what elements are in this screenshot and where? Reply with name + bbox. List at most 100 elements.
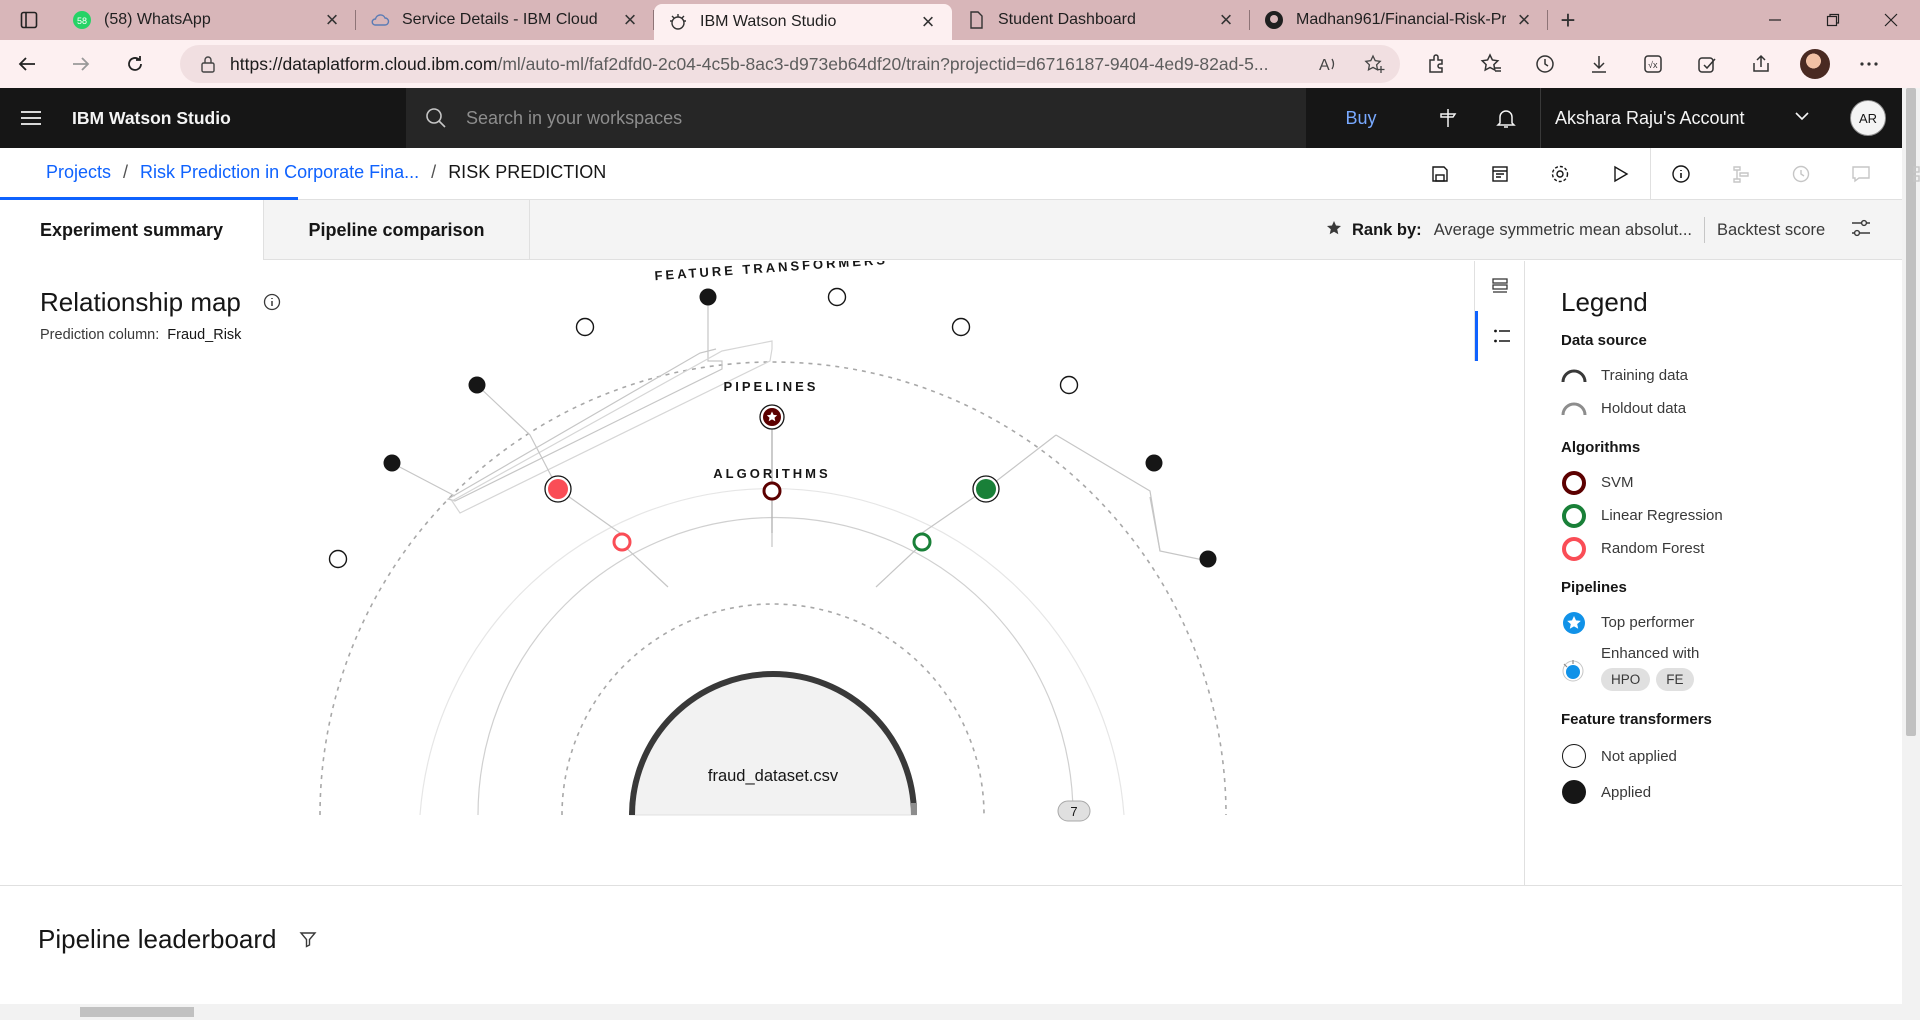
workspace-search[interactable]: Search in your workspaces [406, 88, 1306, 148]
history-icon[interactable] [1518, 40, 1572, 88]
browser-tab-watson-studio[interactable]: IBM Watson Studio × [654, 4, 952, 40]
collections-icon[interactable] [1680, 40, 1734, 88]
sliders-icon[interactable] [1851, 219, 1871, 242]
transformer-applied-node[interactable] [1145, 454, 1163, 472]
settings-icon[interactable] [1530, 148, 1590, 200]
legend-toggle-icon[interactable] [1475, 311, 1525, 361]
browser-tab-student-dashboard[interactable]: Student Dashboard × [952, 0, 1250, 40]
breadcrumb: Projects / Risk Prediction in Corporate … [46, 162, 607, 183]
forward-icon[interactable] [54, 40, 108, 88]
browser-tab-ibm-cloud[interactable]: Service Details - IBM Cloud × [356, 0, 654, 40]
more-icon[interactable] [1842, 40, 1896, 88]
support-icon[interactable] [1418, 88, 1478, 148]
relationship-map-panel: Relationship map Prediction column: Fraud… [0, 261, 1902, 886]
menu-icon[interactable] [0, 88, 62, 148]
legend-pipelines-heading: Pipelines [1561, 579, 1627, 596]
transformer-not-applied-node[interactable] [575, 317, 595, 337]
read-aloud-icon[interactable]: A [1318, 54, 1338, 79]
close-icon[interactable]: × [620, 9, 640, 31]
ring-label-feature-transformers: FEATURE TRANSFORMERS [654, 261, 888, 283]
tab-pipeline-comparison[interactable]: Pipeline comparison [264, 200, 530, 260]
transformer-not-applied-node[interactable] [827, 287, 847, 307]
transformer-applied-node[interactable] [699, 288, 717, 306]
close-icon[interactable]: × [1514, 9, 1534, 31]
legend-title: Legend [1561, 287, 1648, 317]
backtest-score-select[interactable]: Backtest score [1717, 221, 1825, 240]
profile-avatar[interactable] [1788, 40, 1842, 88]
close-icon[interactable]: × [918, 11, 938, 33]
legend-training-data: Training data [1561, 359, 1902, 392]
lock-icon[interactable] [186, 55, 230, 73]
transformer-applied-node[interactable] [383, 454, 401, 472]
user-avatar[interactable]: AR [1850, 100, 1886, 136]
math-solver-icon[interactable]: √x [1626, 40, 1680, 88]
run-icon[interactable] [1590, 148, 1650, 200]
count-badge[interactable]: 7 [1057, 800, 1091, 822]
favorites-icon[interactable] [1464, 40, 1518, 88]
minimize-icon[interactable] [1746, 0, 1804, 40]
page-scrollbar[interactable] [1902, 88, 1920, 1020]
breadcrumb-project[interactable]: Risk Prediction in Corporate Fina... [140, 162, 419, 183]
filter-icon[interactable] [299, 924, 317, 955]
apps-icon [1891, 148, 1920, 200]
algorithm-random-forest-node[interactable] [612, 532, 632, 552]
content-tabs: Experiment summary Pipeline comparison R… [0, 200, 1902, 260]
share-icon[interactable] [1734, 40, 1788, 88]
hpo-tag: HPO [1601, 668, 1651, 691]
connector-lines [391, 297, 1209, 588]
horizontal-scrollbar[interactable] [0, 1004, 1902, 1020]
fe-tag: FE [1656, 668, 1694, 691]
restore-icon[interactable] [1804, 0, 1862, 40]
browser-tab-whatsapp[interactable]: 58 (58) WhatsApp × [58, 0, 356, 40]
new-tab-button[interactable]: + [1548, 0, 1588, 40]
star-icon [1326, 220, 1342, 241]
breadcrumb-bar: Projects / Risk Prediction in Corporate … [0, 148, 1920, 200]
buy-button[interactable]: Buy [1320, 88, 1402, 148]
legend-top-performer: Top performer [1561, 606, 1902, 639]
notification-icon[interactable] [1476, 88, 1536, 148]
github-icon [1264, 10, 1284, 30]
app-brand[interactable]: IBM Watson Studio [62, 108, 406, 129]
transformer-not-applied-node[interactable] [328, 549, 348, 569]
transformer-applied-node[interactable] [1199, 550, 1217, 568]
app-header: IBM Watson Studio Search in your workspa… [0, 88, 1902, 148]
url-text: https://dataplatform.cloud.ibm.com/ml/au… [230, 53, 1269, 74]
tab-experiment-summary[interactable]: Experiment summary [0, 200, 264, 260]
save-icon[interactable] [1410, 148, 1470, 200]
info-icon[interactable] [1651, 148, 1711, 200]
algorithm-linear-regression-node[interactable] [912, 532, 932, 552]
ring-labels: FEATURE TRANSFORMERS PIPELINES ALGORITHM… [654, 261, 888, 481]
svg-text:A: A [1319, 57, 1330, 74]
whatsapp-icon: 58 [72, 10, 92, 30]
back-icon[interactable] [0, 40, 54, 88]
search-input[interactable]: Search in your workspaces [466, 108, 682, 129]
legend-applied: Applied [1561, 774, 1902, 810]
legend-svm: SVM [1561, 466, 1902, 499]
refresh-icon[interactable] [108, 40, 162, 88]
legend-algorithms-heading: Algorithms [1561, 439, 1641, 456]
close-icon[interactable]: × [322, 9, 342, 31]
linear-regression-icon [1561, 503, 1587, 529]
extensions-icon[interactable] [1410, 40, 1464, 88]
browser-address-bar: https://dataplatform.cloud.ibm.com/ml/au… [0, 40, 1920, 88]
notebook-icon[interactable] [1470, 148, 1530, 200]
account-switcher[interactable]: Akshara Raju's Account [1540, 88, 1830, 148]
legend-not-applied: Not applied [1561, 738, 1902, 774]
dataset-node[interactable] [629, 671, 917, 816]
rank-by-select[interactable]: Average symmetric mean absolut... [1434, 221, 1692, 240]
url-field[interactable]: https://dataplatform.cloud.ibm.com/ml/au… [180, 45, 1400, 83]
close-window-icon[interactable] [1862, 0, 1920, 40]
close-icon[interactable]: × [1216, 9, 1236, 31]
transformer-not-applied-node[interactable] [1059, 375, 1079, 395]
breadcrumb-projects[interactable]: Projects [46, 162, 111, 183]
download-icon[interactable] [1572, 40, 1626, 88]
algorithm-svm-node[interactable] [762, 481, 782, 501]
transformer-not-applied-node[interactable] [951, 317, 971, 337]
list-view-icon[interactable] [1475, 261, 1525, 311]
browser-tab-github[interactable]: Madhan961/Financial-Risk-Predi × [1250, 0, 1548, 40]
comment-icon [1831, 148, 1891, 200]
transformer-applied-node[interactable] [468, 376, 486, 394]
add-favorite-icon[interactable] [1364, 54, 1386, 79]
document-icon [966, 10, 986, 30]
tab-actions-icon[interactable] [0, 0, 58, 40]
